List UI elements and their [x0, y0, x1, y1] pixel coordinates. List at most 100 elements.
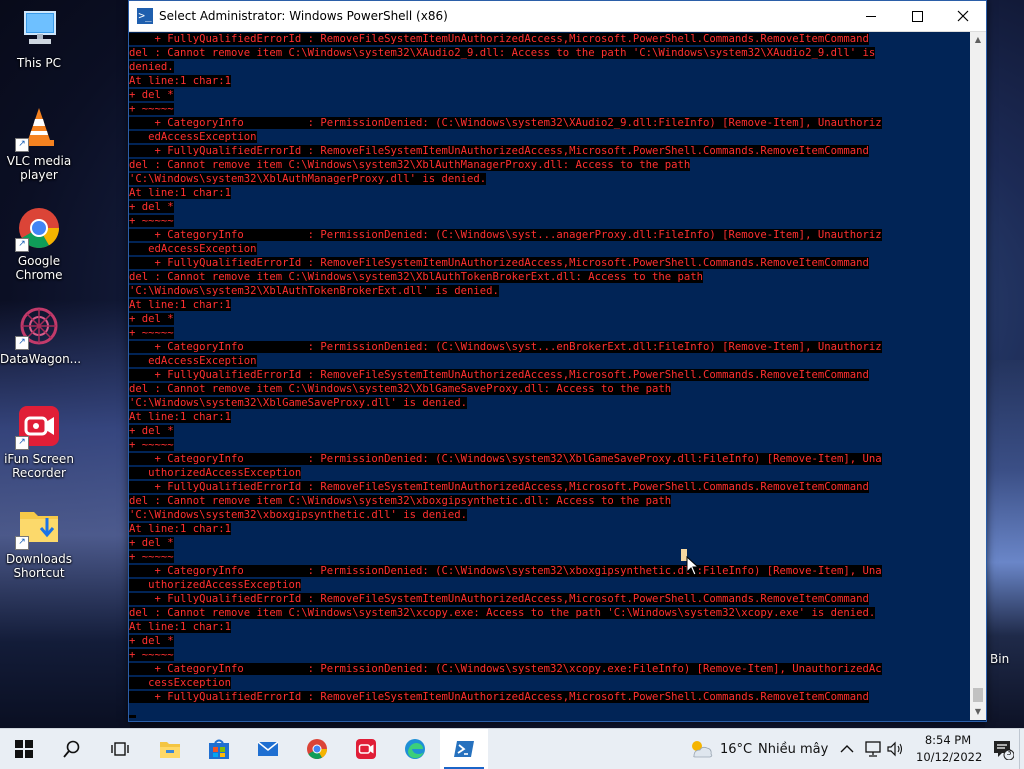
console-line: + CategoryInfo : PermissionDenied: (C:\W…	[129, 662, 969, 676]
show-desktop-button[interactable]	[1019, 729, 1024, 769]
desktop-icon-vlc[interactable]: ↗ VLC media player	[4, 106, 74, 182]
notification-count: 3	[1006, 748, 1012, 757]
console-line: + FullyQualifiedErrorId : RemoveFileSyst…	[129, 690, 969, 704]
console-line-text: del : Cannot remove item C:\Windows\syst…	[129, 47, 876, 59]
console-line-text: + FullyQualifiedErrorId : RemoveFileSyst…	[129, 593, 869, 605]
console-line: denied.	[129, 60, 969, 74]
volume-icon[interactable]	[886, 741, 904, 757]
console-line-text: + del *	[129, 201, 174, 213]
shortcut-arrow-icon: ↗	[15, 536, 29, 550]
desktop-icon-label: DataWagon...	[0, 352, 82, 366]
desktop-icon-ifun-recorder[interactable]: ↗ iFun Screen Recorder	[4, 404, 74, 480]
downloads-folder-icon: ↗	[15, 504, 61, 550]
desktop-icon-label: Downloads Shortcut	[6, 552, 72, 580]
console-line-text: + ~~~~~	[129, 103, 174, 115]
console-line: edAccessException	[129, 130, 969, 144]
weather-description[interactable]: Nhiều mây	[758, 729, 828, 769]
scrollbar-thumb[interactable]	[973, 688, 983, 702]
notification-center-button[interactable]: 3	[992, 738, 1015, 761]
console-line-text: del : Cannot remove item C:\Windows\syst…	[129, 271, 704, 283]
desktop-icon-downloads[interactable]: ↗ Downloads Shortcut	[4, 504, 74, 580]
window-titlebar[interactable]: >_ Select Administrator: Windows PowerSh…	[129, 1, 986, 32]
console-line: + del *	[129, 424, 969, 438]
console-line: 'C:\Windows\system32\XblAuthManagerProxy…	[129, 172, 969, 186]
taskbar-chrome[interactable]	[293, 729, 341, 769]
taskbar-ifun-recorder[interactable]	[342, 729, 390, 769]
console-line-text: + del *	[129, 537, 174, 549]
console-line-text: 'C:\Windows\system32\XblAuthTokenBrokerE…	[129, 285, 499, 297]
console-line: + ~~~~~	[129, 438, 969, 452]
shortcut-arrow-icon: ↗	[15, 436, 29, 450]
scroll-down-arrow-icon[interactable]: ▼	[970, 704, 986, 720]
console-line: + CategoryInfo : PermissionDenied: (C:\W…	[129, 452, 969, 466]
taskbar-file-explorer[interactable]	[146, 729, 194, 769]
console-line-text: + ~~~~~	[129, 327, 174, 339]
console-line-text: + ~~~~~	[129, 439, 174, 451]
maximize-button[interactable]	[894, 1, 940, 31]
weather-temperature[interactable]: 16°C	[720, 729, 752, 769]
console-line: At line:1 char:1	[129, 410, 969, 424]
powershell-window[interactable]: >_ Select Administrator: Windows PowerSh…	[128, 0, 987, 722]
console-line: + FullyQualifiedErrorId : RemoveFileSyst…	[129, 480, 969, 494]
console-line-text: + del *	[129, 425, 174, 437]
console-line-text: + del *	[129, 89, 174, 101]
close-button[interactable]	[940, 1, 986, 31]
mouse-pointer-icon	[686, 556, 700, 576]
console-line: del : Cannot remove item C:\Windows\syst…	[129, 382, 969, 396]
console-line-text: + FullyQualifiedErrorId : RemoveFileSyst…	[129, 257, 869, 269]
console-line: + CategoryInfo : PermissionDenied: (C:\W…	[129, 116, 969, 130]
console-line-text: denied.	[129, 61, 174, 73]
taskbar-edge[interactable]	[391, 729, 439, 769]
vertical-scrollbar[interactable]: ▲ ▼	[970, 32, 986, 720]
console-line: del : Cannot remove item C:\Windows\syst…	[129, 158, 969, 172]
console-line-text: edAccessException	[129, 355, 257, 367]
console-line: edAccessException	[129, 354, 969, 368]
desktop-icon-label: VLC media player	[6, 154, 72, 182]
console-output[interactable]: + FullyQualifiedErrorId : RemoveFileSyst…	[129, 32, 969, 720]
console-line: + FullyQualifiedErrorId : RemoveFileSyst…	[129, 368, 969, 382]
start-button[interactable]	[0, 729, 48, 769]
chevron-up-icon[interactable]	[840, 744, 854, 754]
taskbar-mail[interactable]	[244, 729, 292, 769]
desktop-icon-datawagon[interactable]: ↗ DataWagon...	[0, 304, 81, 366]
console-line-text: uthorizedAccessException	[129, 579, 302, 591]
file-explorer-icon	[160, 742, 180, 758]
scroll-up-arrow-icon[interactable]: ▲	[970, 32, 986, 48]
console-cursor	[129, 715, 136, 718]
console-line: At line:1 char:1	[129, 186, 969, 200]
network-icon[interactable]	[864, 741, 882, 757]
desktop-icon-this-pc[interactable]: This PC	[4, 8, 74, 70]
taskbar-store[interactable]	[195, 729, 243, 769]
console-line: + FullyQualifiedErrorId : RemoveFileSyst…	[129, 32, 969, 46]
taskbar-powershell[interactable]	[440, 729, 488, 769]
search-button[interactable]	[48, 729, 96, 769]
console-line: del : Cannot remove item C:\Windows\syst…	[129, 494, 969, 508]
console-line: At line:1 char:1	[129, 74, 969, 88]
minimize-button[interactable]	[848, 1, 894, 31]
desktop-icon-label: iFun Screen Recorder	[4, 452, 74, 480]
desktop-icon-chrome[interactable]: ↗ Google Chrome	[4, 206, 74, 282]
console-line-text: del : Cannot remove item C:\Windows\syst…	[129, 383, 672, 395]
maximize-icon	[911, 10, 923, 22]
weather-icon[interactable]	[688, 738, 714, 760]
chrome-icon: ↗	[15, 206, 61, 252]
vlc-cone-icon: ↗	[15, 106, 61, 152]
console-line-text: + del *	[129, 635, 174, 647]
task-view-button[interactable]	[96, 729, 144, 769]
console-line-text: + CategoryInfo : PermissionDenied: (C:\W…	[129, 229, 882, 241]
console-line: del : Cannot remove item C:\Windows\syst…	[129, 606, 969, 620]
shortcut-arrow-icon: ↗	[15, 238, 29, 252]
computer-icon	[17, 8, 61, 52]
console-line: At line:1 char:1	[129, 620, 969, 634]
console-line: + del *	[129, 536, 969, 550]
windows-logo-icon	[15, 740, 33, 758]
recorder-icon	[356, 739, 376, 759]
taskbar-clock[interactable]: 8:54 PM 10/12/2022	[916, 732, 982, 766]
console-line-text: edAccessException	[129, 243, 257, 255]
powershell-icon: >_	[137, 8, 153, 24]
console-line: + ~~~~~	[129, 326, 969, 340]
console-cursor-line	[129, 704, 969, 718]
console-line: + del *	[129, 88, 969, 102]
console-line: At line:1 char:1	[129, 298, 969, 312]
console-line-text: + del *	[129, 313, 174, 325]
